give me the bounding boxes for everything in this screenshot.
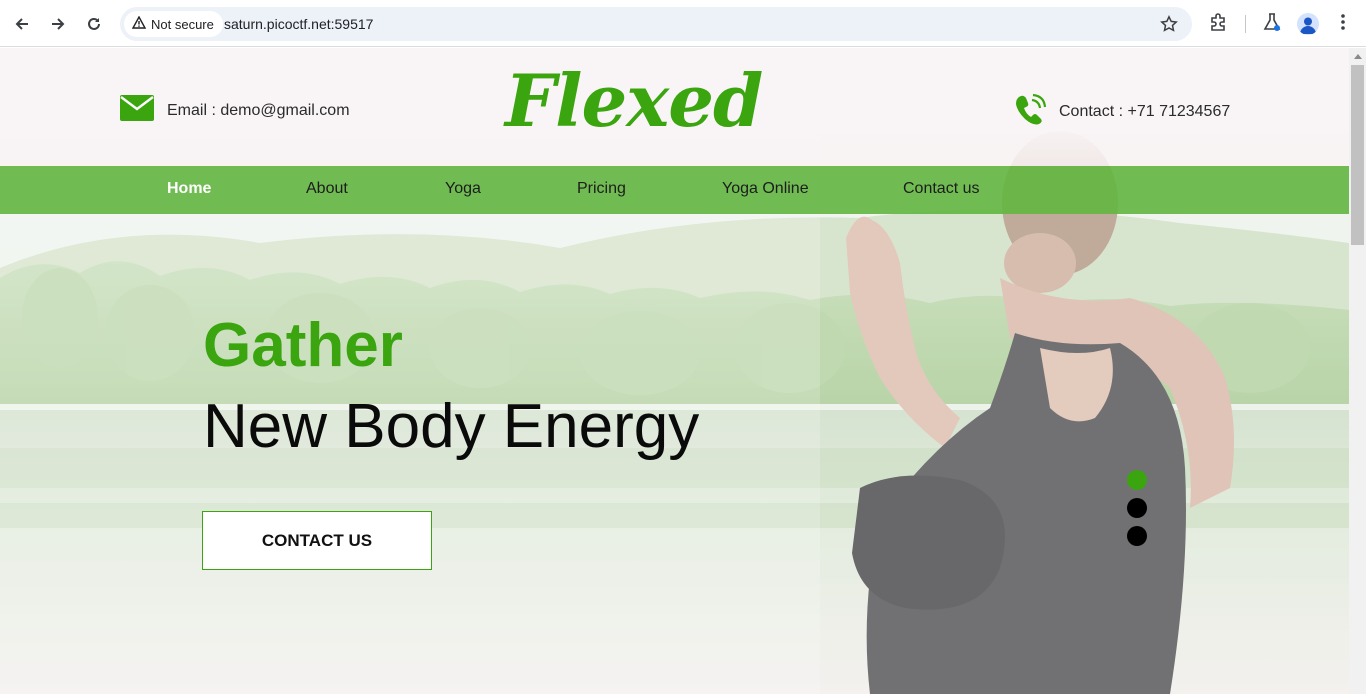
carousel-dot-1[interactable] <box>1127 470 1147 490</box>
email-contact: Email : demo@gmail.com <box>120 95 350 126</box>
phone-contact: Contact : +71 71234567 <box>1014 93 1230 130</box>
contact-phone-label[interactable]: Contact : +71 71234567 <box>1059 103 1230 121</box>
page-viewport: Email : demo@gmail.com Flexed Contact : … <box>0 48 1349 694</box>
scroll-up-icon[interactable] <box>1354 54 1362 59</box>
labs-flask-icon[interactable] <box>1262 12 1282 37</box>
contact-us-button[interactable]: CONTACT US <box>202 511 432 570</box>
star-icon[interactable] <box>1160 15 1178 38</box>
phone-icon <box>1014 93 1047 130</box>
site-logo[interactable]: Flexed <box>505 58 763 143</box>
forward-arrow-icon[interactable] <box>45 11 71 37</box>
extensions-icon[interactable] <box>1208 12 1228 37</box>
toolbar-divider <box>1245 15 1246 33</box>
hero-subtitle: New Body Energy <box>203 392 700 461</box>
carousel-dot-3[interactable] <box>1127 526 1147 546</box>
address-bar[interactable]: Not secure saturn.picoctf.net:59517 <box>120 7 1192 41</box>
page-scrollbar[interactable] <box>1349 48 1366 694</box>
envelope-icon <box>120 95 154 126</box>
main-nav: Home About Yoga Pricing Yoga Online Cont… <box>0 166 1349 214</box>
more-vert-icon[interactable] <box>1335 12 1351 37</box>
nav-item-home[interactable]: Home <box>167 180 211 198</box>
nav-item-pricing[interactable]: Pricing <box>577 180 626 198</box>
profile-icon[interactable] <box>1297 13 1319 35</box>
nav-item-yoga-online[interactable]: Yoga Online <box>722 180 809 198</box>
nav-item-contact-us[interactable]: Contact us <box>903 180 979 198</box>
url-text[interactable]: saturn.picoctf.net:59517 <box>224 16 373 32</box>
hero-title: Gather <box>203 311 403 380</box>
browser-toolbar: Not secure saturn.picoctf.net:59517 <box>0 0 1366 47</box>
security-chip[interactable]: Not secure <box>124 11 223 37</box>
back-arrow-icon[interactable] <box>9 11 35 37</box>
security-label: Not secure <box>151 16 214 32</box>
email-label[interactable]: Email : demo@gmail.com <box>167 102 350 120</box>
reload-icon[interactable] <box>81 11 107 37</box>
carousel-dot-2[interactable] <box>1127 498 1147 518</box>
warning-triangle-icon <box>131 15 147 32</box>
nav-item-yoga[interactable]: Yoga <box>445 180 481 198</box>
scroll-thumb[interactable] <box>1351 65 1364 245</box>
nav-item-about[interactable]: About <box>306 180 348 198</box>
